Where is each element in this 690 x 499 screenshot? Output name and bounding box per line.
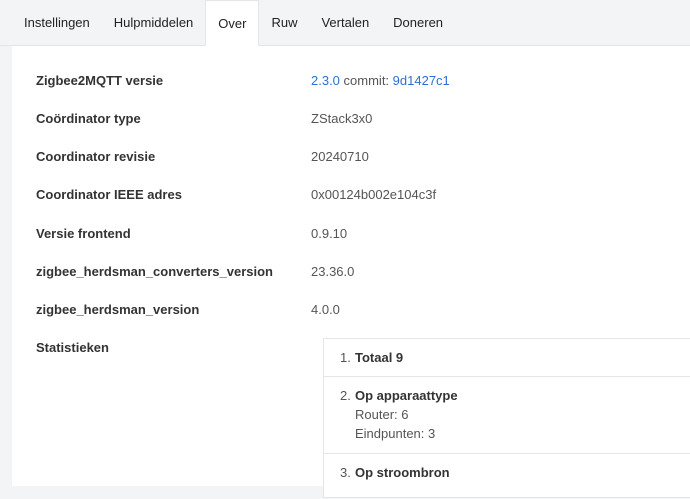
commit-link[interactable]: 9d1427c1 [393, 73, 450, 88]
total-title: Totaal 9 [355, 350, 404, 365]
list-item: 2. Op apparaattype Router: 6 Eindpunten:… [324, 377, 690, 454]
herdsman-version-value: 4.0.0 [311, 302, 340, 317]
list-item: 1. Totaal 9 [324, 339, 690, 377]
about-panel: Zigbee2MQTT versie 2.3.0 commit: 9d1427c… [12, 46, 690, 498]
coordinator-revision-value: 20240710 [311, 149, 369, 164]
coordinator-ieee-label: Coordinator IEEE adres [36, 187, 182, 202]
z2m-version-label: Zigbee2MQTT versie [36, 73, 164, 88]
tab-doneren[interactable]: Doneren [381, 0, 455, 45]
tab-label: Over [218, 16, 247, 31]
coordinator-revision-label: Coordinator revisie [36, 149, 156, 164]
frontend-version-value: 0.9.10 [311, 226, 348, 241]
coordinator-ieee-value: 0x00124b002e104c3f [311, 187, 437, 202]
settings-tab-bar: Instellingen Hulpmiddelen Over Ruw Verta… [0, 0, 690, 46]
z2m-version-link[interactable]: 2.3.0 [311, 73, 340, 88]
coordinator-ieee-row: Coordinator IEEE adres 0x00124b002e104c3… [12, 185, 690, 223]
tab-over[interactable]: Over [205, 0, 260, 46]
list-item-number: 3. [340, 465, 351, 480]
list-item: 3. Op stroombron [324, 454, 690, 499]
frontend-version-label: Versie frontend [36, 226, 131, 241]
coordinator-type-label: Coördinator type [36, 111, 141, 126]
tab-label: Instellingen [24, 15, 90, 30]
converters-version-row: zigbee_herdsman_converters_version 23.36… [12, 262, 690, 300]
endpoint-count: Eindpunten: 3 [355, 426, 436, 441]
coordinator-revision-row: Coordinator revisie 20240710 [12, 147, 690, 185]
tab-label: Doneren [393, 15, 444, 30]
z2m-version-value: 2.3.0 commit: 9d1427c1 [311, 71, 450, 91]
herdsman-version-row: zigbee_herdsman_version 4.0.0 [12, 300, 690, 338]
device-type-title: Op apparaattype [355, 388, 458, 403]
statistics-label: Statistieken [36, 340, 109, 355]
tab-instellingen[interactable]: Instellingen [12, 0, 102, 45]
tab-label: Ruw [271, 15, 298, 30]
tab-ruw[interactable]: Ruw [259, 0, 309, 45]
tab-label: Vertalen [321, 15, 370, 30]
tab-hulpmiddelen[interactable]: Hulpmiddelen [102, 0, 206, 45]
coordinator-type-value: ZStack3x0 [311, 111, 373, 126]
statistics-list: 1. Totaal 9 2. Op apparaattype Router: 6… [323, 338, 690, 498]
commit-label: commit: [343, 73, 390, 88]
power-source-title: Op stroombron [355, 465, 450, 480]
tab-vertalen[interactable]: Vertalen [309, 0, 381, 45]
list-item-number: 2. [340, 388, 351, 403]
frontend-version-row: Versie frontend 0.9.10 [12, 224, 690, 262]
converters-version-value: 23.36.0 [311, 264, 355, 279]
tab-label: Hulpmiddelen [113, 15, 194, 30]
converters-version-label: zigbee_herdsman_converters_version [36, 264, 273, 279]
router-count: Router: 6 [355, 407, 409, 422]
list-item-number: 1. [340, 350, 351, 365]
herdsman-version-label: zigbee_herdsman_version [36, 302, 200, 317]
z2m-version-row: Zigbee2MQTT versie 2.3.0 commit: 9d1427c… [12, 71, 690, 109]
coordinator-type-row: Coördinator type ZStack3x0 [12, 109, 690, 147]
